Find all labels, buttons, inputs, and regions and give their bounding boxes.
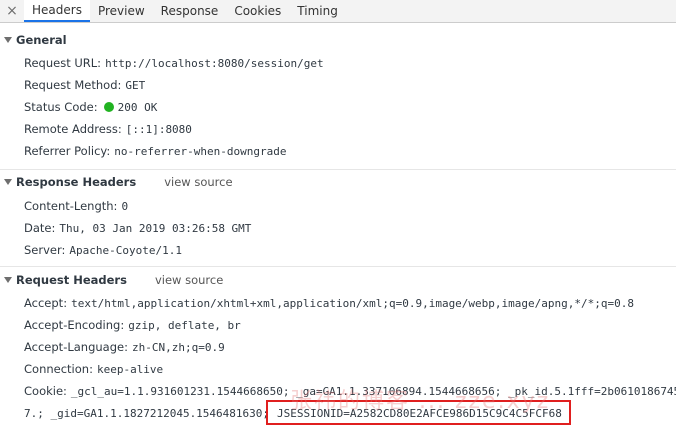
header-value: 200 OK [117,100,158,114]
view-source-link[interactable]: view source [164,175,232,189]
header-key: Referrer Policy: [24,144,111,158]
header-key: Accept-Language: [24,340,128,354]
request-headers-section-header[interactable]: Request Headers view source [4,270,223,290]
header-value: gzip, deflate, br [128,318,241,332]
header-key: Server: [24,243,66,257]
response-row-date: Date: Thu, 03 Jan 2019 03:26:58 GMT [24,218,251,238]
expand-triangle-icon[interactable] [4,277,12,283]
expand-triangle-icon[interactable] [4,179,12,185]
expand-triangle-icon[interactable] [4,37,12,43]
header-value: [::1]:8080 [125,122,192,136]
general-row-remote-address: Remote Address: [::1]:8080 [24,119,192,139]
request-row-accept-encoding: Accept-Encoding: gzip, deflate, br [24,315,241,335]
section-divider [0,266,676,267]
header-key: Connection: [24,362,93,376]
header-key: Accept-Encoding: [24,318,125,332]
header-value: http://localhost:8080/session/get [105,56,324,70]
watermark-text: 张祎的博客 ... zze.xyz [290,389,551,414]
view-source-link[interactable]: view source [155,273,223,287]
response-headers-section-header[interactable]: Response Headers view source [4,172,233,192]
request-row-accept-language: Accept-Language: zh-CN,zh;q=0.9 [24,337,225,357]
cookie-value-line2: 7.; _gid=GA1.1.1827212045.1546481630; [24,406,270,420]
header-key: Accept: [24,296,68,310]
header-key: Content-Length: [24,199,118,213]
request-row-accept: Accept: text/html,application/xhtml+xml,… [24,293,634,313]
headers-panel: General Request URL: http://localhost:80… [0,23,676,428]
header-value: Apache-Coyote/1.1 [69,243,182,257]
header-value: no-referrer-when-downgrade [114,144,287,158]
header-value: Thu, 03 Jan 2019 03:26:58 GMT [59,221,252,235]
general-row-request-method: Request Method: GET [24,75,145,95]
tab-headers[interactable]: Headers [24,0,90,22]
response-row-server: Server: Apache-Coyote/1.1 [24,240,182,260]
header-value: keep-alive [96,362,164,376]
tab-response[interactable]: Response [153,0,227,22]
section-divider [0,169,676,170]
header-key: Remote Address: [24,122,122,136]
tab-timing[interactable]: Timing [289,0,346,22]
general-row-status-code: Status Code: 200 OK [24,97,157,117]
request-row-connection: Connection: keep-alive [24,359,163,379]
devtools-tab-bar: × Headers Preview Response Cookies Timin… [0,0,676,23]
header-value: 0 [121,199,129,213]
header-key: Cookie: [24,384,67,398]
status-ok-icon [103,102,114,112]
general-title: General [16,33,67,47]
header-key: Request Method: [24,78,122,92]
general-row-referrer-policy: Referrer Policy: no-referrer-when-downgr… [24,141,286,161]
header-key: Request URL: [24,56,102,70]
general-row-request-url: Request URL: http://localhost:8080/sessi… [24,53,324,73]
general-section-header[interactable]: General [4,30,67,50]
close-icon[interactable]: × [0,0,24,22]
header-value: text/html,application/xhtml+xml,applicat… [71,296,634,310]
header-value: GET [125,78,146,92]
request-headers-title: Request Headers [16,273,127,287]
tab-cookies[interactable]: Cookies [226,0,289,22]
header-value: zh-CN,zh;q=0.9 [131,340,225,354]
tab-preview[interactable]: Preview [90,0,153,22]
header-key: Date: [24,221,56,235]
response-row-content-length: Content-Length: 0 [24,196,128,216]
response-headers-title: Response Headers [16,175,137,189]
header-key: Status Code: [24,100,98,114]
